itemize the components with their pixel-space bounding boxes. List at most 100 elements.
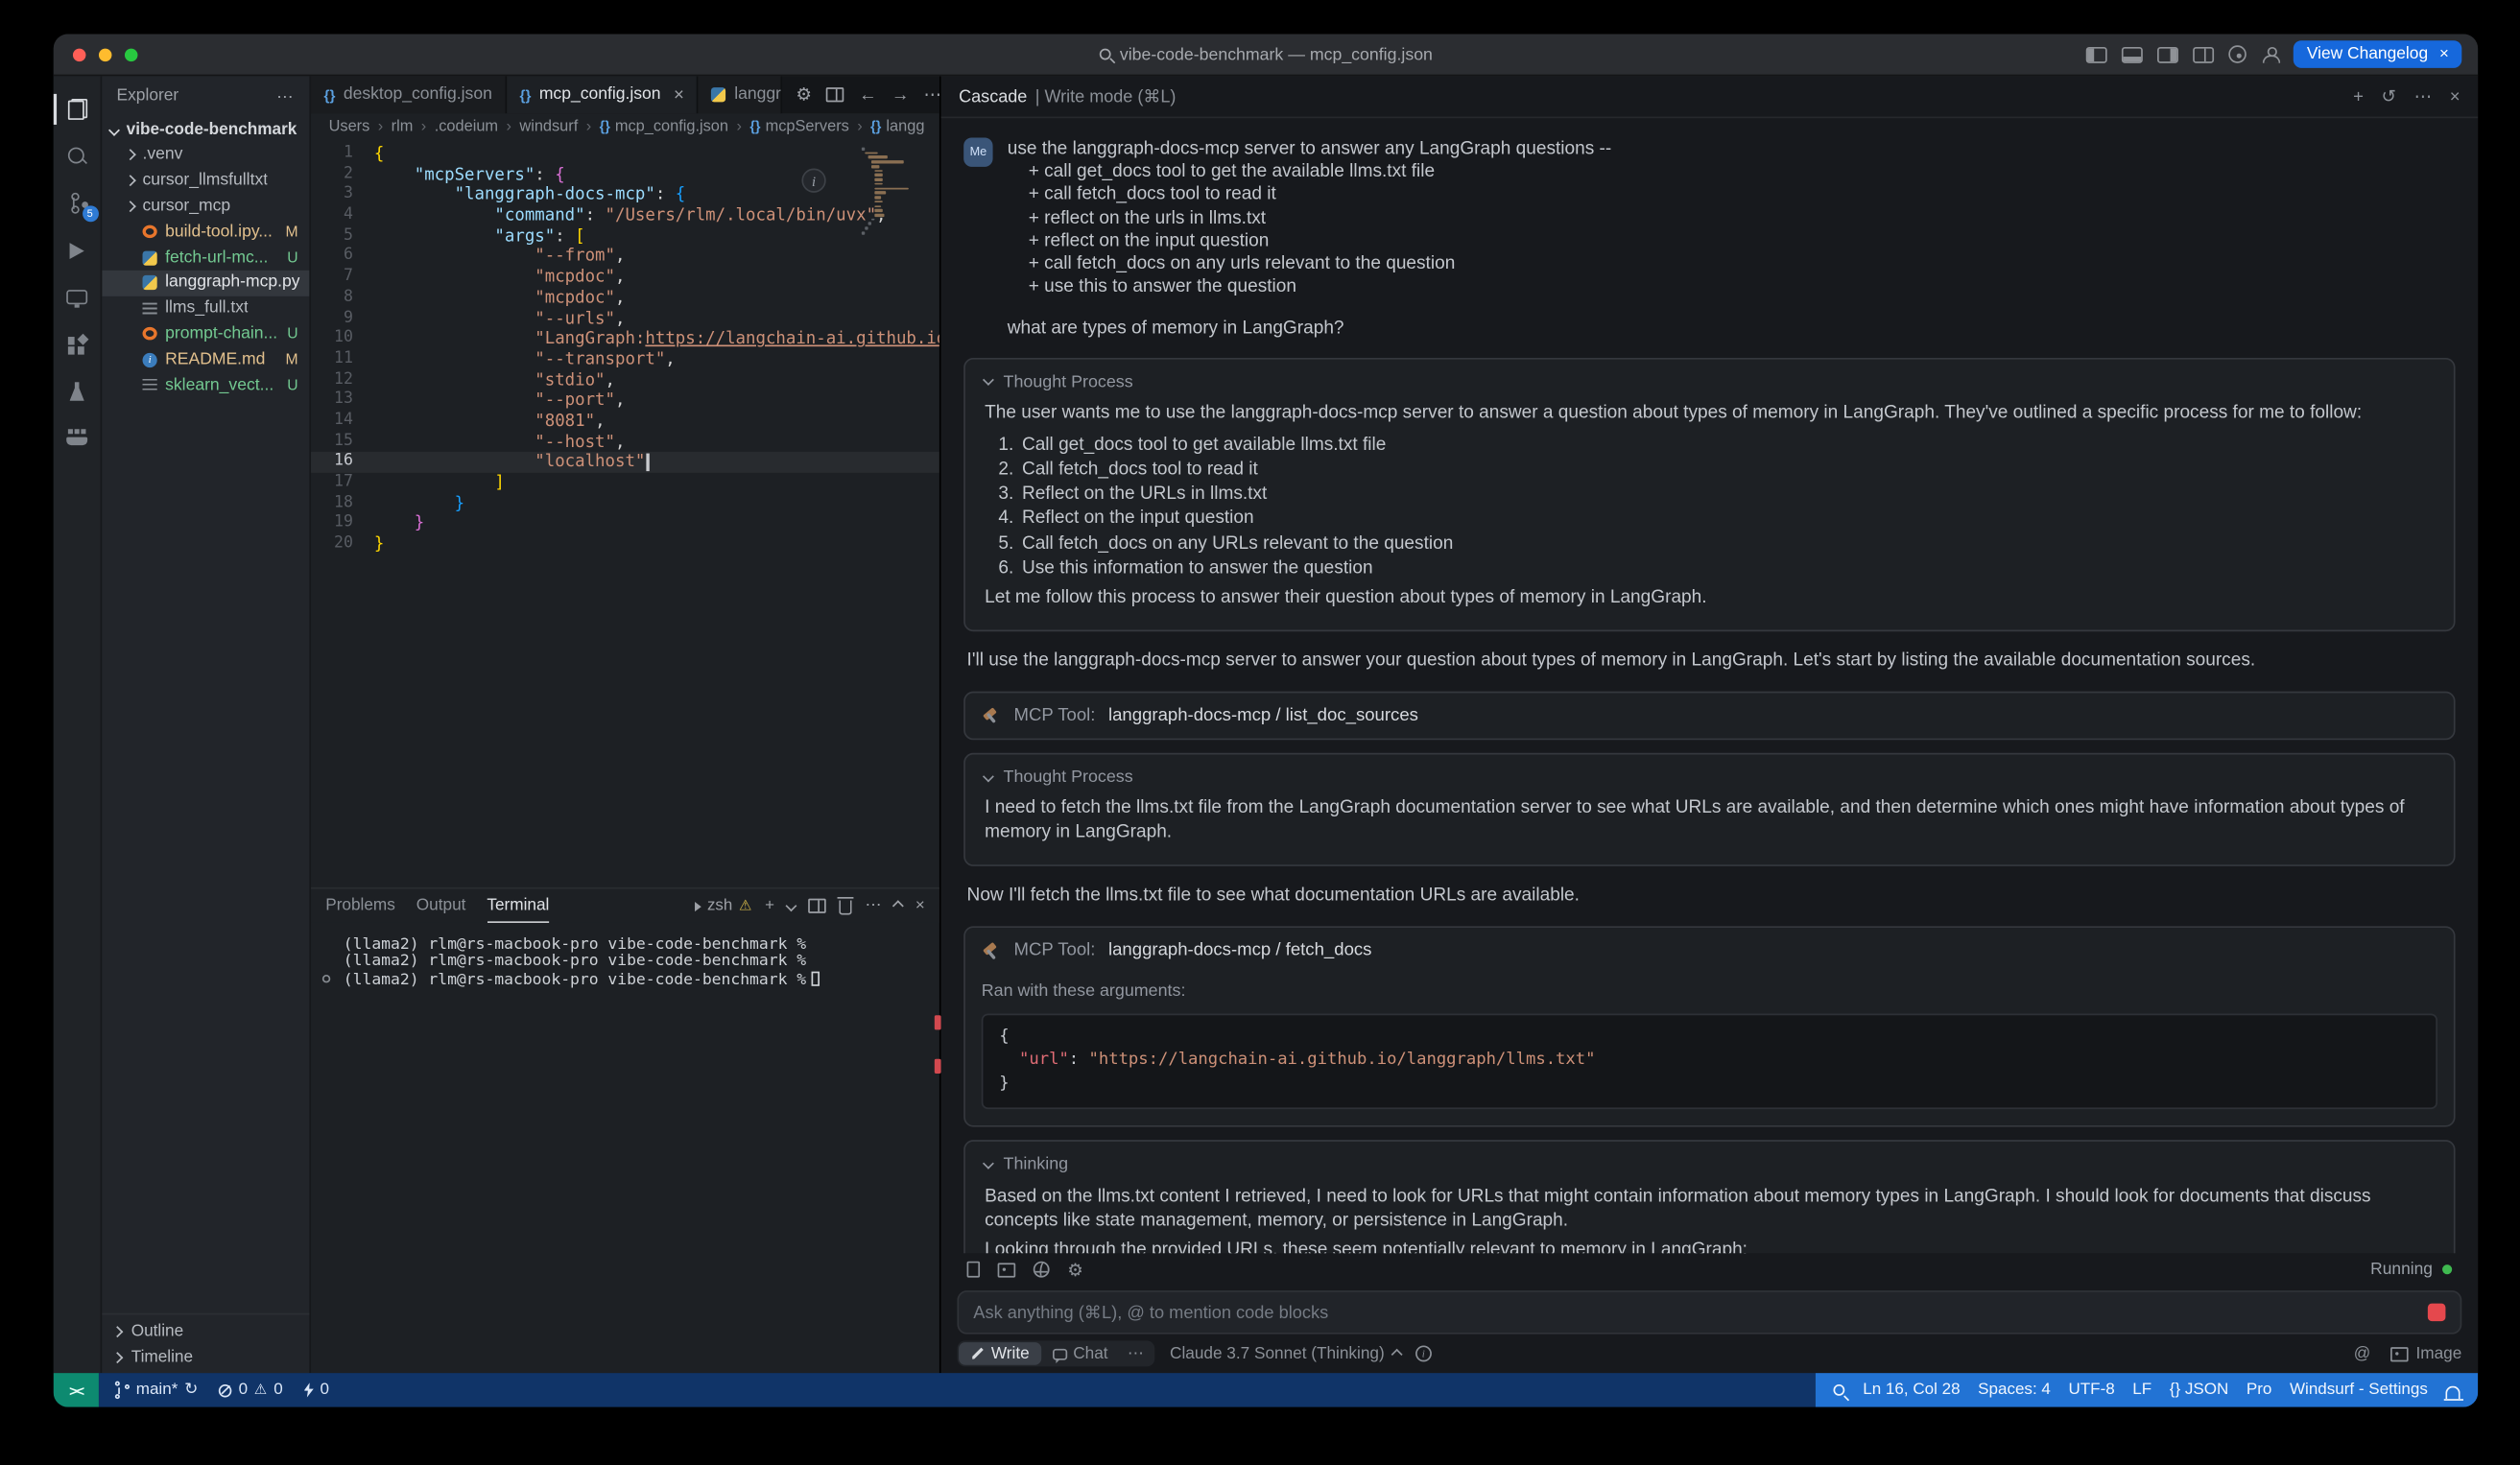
editor-more-actions-icon[interactable]: ⋯ [923,84,941,106]
section-toggle[interactable]: Thinking [985,1153,2434,1176]
sync-icon[interactable]: ↻ [184,1382,198,1400]
status-item-ln-16-col-28[interactable]: Ln 16, Col 28 [1863,1382,1960,1400]
diagnostics-indicator[interactable]: 0 ⚠ 0 [219,1382,282,1400]
panel-tab-problems[interactable]: Problems [325,889,395,923]
status-item-utf-8[interactable]: UTF-8 [2068,1382,2114,1400]
folder-item[interactable]: cursor_llmsfulltxt [102,168,309,194]
terminal-dropdown-icon[interactable] [786,900,797,911]
history-icon[interactable]: ↺ [2381,85,2396,106]
search-icon[interactable] [1834,1384,1845,1396]
code-line[interactable]: 14 "8081", [311,412,939,432]
ports-indicator[interactable]: 0 [304,1382,329,1400]
status-item--json[interactable]: {} JSON [2170,1382,2229,1400]
tab-mcp_config.json[interactable]: {}mcp_config.json× [507,76,699,113]
inline-hint-icon[interactable]: i [801,169,825,193]
remote-indicator[interactable]: >< [54,1373,99,1406]
breadcrumb-item[interactable]: {}mcpServers [749,117,848,135]
web-icon[interactable] [1034,1262,1050,1278]
settings-gear-icon[interactable]: ⚙ [796,84,812,106]
chat-mode-button[interactable]: Chat [1041,1342,1120,1365]
navigate-forward-icon[interactable]: → [892,85,910,105]
panel-more-icon[interactable]: ⋯ [865,897,881,915]
editor-layout-icon[interactable] [2194,46,2215,62]
split-terminal-icon[interactable] [808,899,826,913]
status-item-spaces-4[interactable]: Spaces: 4 [1978,1382,2051,1400]
code-line[interactable]: 3 "langgraph-docs-mcp": { [311,185,939,205]
kill-terminal-icon[interactable] [839,900,852,914]
breadcrumb-item[interactable]: .codeium [435,117,498,135]
code-line[interactable]: 11 "--transport", [311,349,939,369]
write-mode-button[interactable]: Write [959,1342,1040,1365]
status-item-lf[interactable]: LF [2132,1382,2152,1400]
close-tab-icon[interactable]: × [674,85,684,105]
breadcrumb-item[interactable]: {}mcp_config.json [600,117,728,135]
close-window-button[interactable] [73,48,86,61]
root-folder[interactable]: vibe-code-benchmark [102,117,309,143]
stop-button[interactable] [2428,1304,2446,1322]
activity-docker[interactable] [54,414,102,461]
section-toggle[interactable]: Thought Process [985,370,2434,393]
close-cascade-icon[interactable]: × [2450,86,2461,106]
code-line[interactable]: 5 "args": [ [311,226,939,247]
tab-langgraph[interactable]: langgraph [699,76,783,113]
new-conversation-icon[interactable]: + [2353,86,2364,106]
view-changelog-button[interactable]: View Changelog × [2294,40,2461,68]
code-line[interactable]: 17 ] [311,473,939,493]
panel-tab-output[interactable]: Output [416,889,466,923]
code-line[interactable]: 1{ [311,144,939,164]
mode-more-button[interactable]: ⋯ [1119,1342,1153,1365]
folder-item[interactable]: cursor_mcp [102,194,309,220]
branch-indicator[interactable]: main* ↻ [113,1382,198,1400]
minimize-window-button[interactable] [99,48,112,61]
file-item[interactable]: build-tool.ipy...M [102,219,309,245]
code-line[interactable]: 12 "stdio", [311,370,939,390]
code-line[interactable]: 13 "--port", [311,390,939,411]
file-item[interactable]: fetch-url-mc...U [102,245,309,271]
code-line[interactable]: 10 "LangGraph:https://langchain-ai.githu… [311,329,939,349]
mcp-tool-header[interactable]: MCP Tool:langgraph-docs-mcp / list_doc_s… [965,693,2454,739]
attach-image-button[interactable]: Image [2389,1345,2461,1363]
breadcrumb-item[interactable]: windsurf [519,117,578,135]
terminal-line[interactable]: (llama2) rlm@rs-macbook-pro vibe-code-be… [344,955,939,972]
new-terminal-icon[interactable]: + [765,897,774,915]
folder-item[interactable]: .venv [102,143,309,169]
code-line[interactable]: 20} [311,534,939,555]
toggle-bottom-panel-icon[interactable] [2122,46,2143,62]
navigate-back-icon[interactable]: ← [859,85,877,105]
image-icon[interactable] [998,1263,1016,1277]
status-item-pro[interactable]: Pro [2247,1382,2272,1400]
toggle-left-sidebar-icon[interactable] [2086,46,2107,62]
maximize-panel-icon[interactable] [892,900,904,911]
activity-extensions[interactable] [54,320,102,367]
file-item[interactable]: llms_full.txt [102,295,309,321]
minimap[interactable] [862,148,907,236]
mcp-tool-header[interactable]: MCP Tool:langgraph-docs-mcp / fetch_docs [965,929,2454,975]
panel-tab-terminal[interactable]: Terminal [487,889,549,923]
account-icon[interactable] [2262,46,2280,62]
info-icon[interactable]: i [1415,1345,1432,1361]
file-item[interactable]: prompt-chain...U [102,321,309,347]
breadcrumb-item[interactable]: {}langg [870,117,924,135]
mention-icon[interactable]: @ [2354,1345,2370,1363]
explorer-actions-icon[interactable]: ⋯ [276,86,295,106]
breadcrumb-item[interactable]: rlm [392,117,414,135]
status-item-windsurf-settings[interactable]: Windsurf - Settings [2290,1382,2428,1400]
code-line[interactable]: 18 } [311,493,939,513]
file-item[interactable]: sklearn_vect...U [102,372,309,398]
code-line[interactable]: 2 "mcpServers": { [311,165,939,185]
activity-explorer[interactable] [54,85,102,132]
tab-desktop_config.json[interactable]: {}desktop_config.json [311,76,507,113]
code-line[interactable]: 9 "--urls", [311,309,939,329]
timeline-section[interactable]: Timeline [102,1344,309,1370]
split-editor-icon[interactable] [826,87,844,102]
outline-section[interactable]: Outline [102,1318,309,1344]
code-line[interactable]: 6 "--from", [311,247,939,267]
file-item[interactable]: langgraph-mcp.py [102,271,309,296]
terminal-line[interactable]: (llama2) rlm@rs-macbook-pro vibe-code-be… [344,971,939,988]
chat-input[interactable] [973,1303,2414,1322]
activity-run-debug[interactable] [54,226,102,273]
code-line[interactable]: 15 "--host", [311,432,939,452]
conversation[interactable]: Meuse the langgraph-docs-mcp server to a… [941,118,2479,1253]
cascade-more-icon[interactable]: ⋯ [2414,85,2433,106]
file-item[interactable]: iREADME.mdM [102,347,309,373]
